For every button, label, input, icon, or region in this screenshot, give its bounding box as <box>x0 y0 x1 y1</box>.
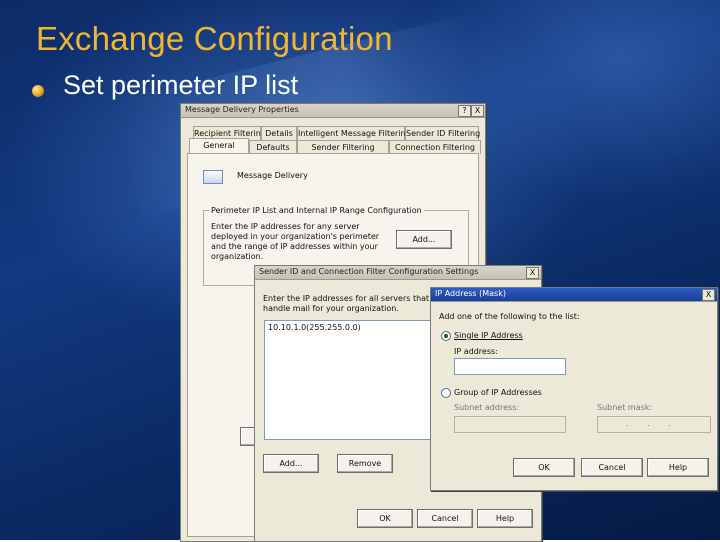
tab-general[interactable]: General <box>189 138 249 154</box>
subnet-address-input[interactable] <box>454 416 566 433</box>
close-button[interactable]: X <box>702 289 715 301</box>
close-button[interactable]: X <box>471 105 484 117</box>
list-item[interactable]: 10.10.1.0(255.255.0.0) <box>268 323 361 332</box>
ip-address-input[interactable] <box>454 358 566 375</box>
help-button[interactable]: Help <box>477 509 533 528</box>
single-ip-label[interactable]: Single IP Address <box>454 331 523 340</box>
message-delivery-titlebar[interactable]: Message Delivery Properties ? X <box>181 104 485 118</box>
subnet-mask-input[interactable]: . . . <box>597 416 711 433</box>
single-ip-radio[interactable] <box>441 331 451 341</box>
ip-address-mask-dialog: IP Address (Mask) X Add one of the follo… <box>430 287 718 491</box>
tab-sender-filtering[interactable]: Sender Filtering <box>297 140 389 154</box>
sender-id-titlebar[interactable]: Sender ID and Connection Filter Configur… <box>255 266 541 280</box>
group-ip-radio[interactable] <box>441 388 451 398</box>
subnet-address-label: Subnet address: <box>454 403 520 412</box>
ok-button[interactable]: OK <box>513 458 575 477</box>
perimeter-group-description: Enter the IP addresses for any server de… <box>211 222 380 261</box>
help-button[interactable]: ? <box>458 105 471 117</box>
ip-address-label: IP address: <box>454 347 498 356</box>
tab-connection-filtering[interactable]: Connection Filtering <box>389 140 481 154</box>
slide-bullet-text: Set perimeter IP list <box>63 70 299 100</box>
bullet-icon <box>32 85 44 97</box>
dialog-title: Sender ID and Connection Filter Configur… <box>259 267 479 276</box>
dialog-title: IP Address (Mask) <box>435 289 506 298</box>
cancel-button[interactable]: Cancel <box>417 509 473 528</box>
cancel-button[interactable]: Cancel <box>581 458 643 477</box>
mail-envelope-icon <box>203 170 223 184</box>
close-button[interactable]: X <box>526 267 539 279</box>
subnet-mask-label: Subnet mask: <box>597 403 653 412</box>
ip-address-list[interactable]: 10.10.1.0(255.255.0.0) <box>264 320 434 440</box>
tab-sender-id-filtering[interactable]: Sender ID Filtering <box>405 126 480 140</box>
help-button[interactable]: Help <box>647 458 709 477</box>
ip-address-titlebar[interactable]: IP Address (Mask) X <box>431 288 717 302</box>
slide-title: Exchange Configuration <box>36 20 393 57</box>
perimeter-group-title: Perimeter IP List and Internal IP Range … <box>209 206 424 215</box>
dialog-title: Message Delivery Properties <box>185 105 299 114</box>
ok-button[interactable]: OK <box>357 509 413 528</box>
tab-details[interactable]: Details <box>261 126 297 140</box>
subnet-mask-dots: . . . <box>626 419 679 428</box>
tab-defaults[interactable]: Defaults <box>249 140 297 154</box>
group-ip-label[interactable]: Group of IP Addresses <box>454 388 542 397</box>
message-delivery-label: Message Delivery <box>237 171 308 180</box>
add-button[interactable]: Add... <box>263 454 319 473</box>
tab-intelligent-message-filtering[interactable]: Intelligent Message Filtering <box>297 126 411 140</box>
remove-button[interactable]: Remove <box>337 454 393 473</box>
sender-id-instruction: Enter the IP addresses for all servers t… <box>263 294 430 313</box>
add-perimeter-button[interactable]: Add... <box>396 230 452 249</box>
ip-dialog-prompt: Add one of the following to the list: <box>439 312 580 321</box>
